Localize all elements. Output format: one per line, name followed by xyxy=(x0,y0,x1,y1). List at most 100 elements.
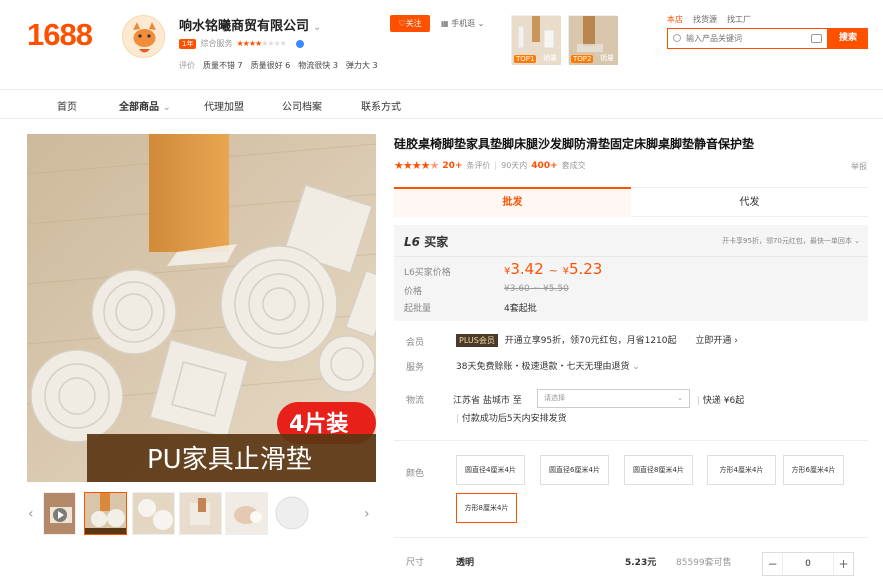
chevron-down-icon: ⌄ xyxy=(632,362,640,372)
rating-stars-icon: ★★★★★ xyxy=(394,159,439,172)
destination-select[interactable]: 请选择 ⌄ xyxy=(537,389,690,408)
follow-button[interactable]: ♡关注 xyxy=(390,15,430,32)
shipping-note: | 付款成功后5天内安排发货 xyxy=(456,414,567,424)
chevron-down-icon: ⌄ xyxy=(162,102,171,113)
shop-nav: 首页 全部商品 ⌄ 代理加盟 公司档案 联系方式 xyxy=(0,89,883,119)
shop-badges: 1年 综合服务 ★★★★★★★★ xyxy=(179,38,304,49)
buyer-level: L6 买家 xyxy=(404,235,449,249)
price-label: 价格 xyxy=(404,287,423,297)
rank-label: 销量 xyxy=(600,54,614,62)
top-product-1[interactable]: TOP1 销量 xyxy=(511,15,561,65)
l6-promo-note[interactable]: 开卡享95折，领70元红包，最快一单回本 ⌄ xyxy=(722,236,860,246)
tab-this-shop[interactable]: 本店 xyxy=(667,14,683,25)
plus-member-badge: PLUS会员 xyxy=(456,334,498,347)
shop-name-text[interactable]: 响水铭曦商贸有限公司 xyxy=(179,19,309,34)
eval-label: 评价 xyxy=(179,61,195,70)
thumbnail-strip: ‹ › xyxy=(27,492,376,537)
divider xyxy=(394,256,868,257)
purchase-mode-tabs: 批发 代发 xyxy=(394,187,868,217)
color-option[interactable]: 圆直径8厘米4片 xyxy=(624,455,693,485)
sales-prefix: 90天内 xyxy=(501,161,528,170)
color-option[interactable]: 方形4厘米4片 xyxy=(707,455,776,485)
quantity-decrease-button[interactable]: − xyxy=(763,553,783,575)
color-option[interactable]: 圆直径4厘米4片 xyxy=(456,455,525,485)
thumbnail-image[interactable] xyxy=(179,492,222,535)
price-box: L6 买家 开卡享95折，领70元红包，最快一单回本 ⌄ L6买家价格 ¥3.4… xyxy=(394,225,868,321)
qr-code-icon: ▦ xyxy=(441,19,449,28)
thumbnail-image[interactable] xyxy=(132,492,175,535)
rating-row: ★★★★★ 20+ 条评价 | 90天内 400+ 套成交 xyxy=(394,159,586,172)
nav-all-products[interactable]: 全部商品 ⌄ xyxy=(119,98,171,113)
score-stars-icon: ★★★★★★★★ xyxy=(236,39,286,48)
size-label: 尺寸 xyxy=(406,558,425,568)
year-badge: 1年 xyxy=(179,38,197,49)
review-suffix: 条评价 xyxy=(466,161,491,170)
separator: | xyxy=(494,161,498,170)
nav-home[interactable]: 首页 xyxy=(57,98,77,113)
image-caption: PU家具止滑垫 xyxy=(147,445,312,475)
thumbnail-image[interactable] xyxy=(225,492,268,535)
camera-icon[interactable] xyxy=(811,34,822,43)
open-membership-link[interactable]: 立即开通 › xyxy=(695,336,738,346)
express-fee: | 快递 ¥6起 xyxy=(697,396,745,406)
search-scope-tabs: 本店 找货源 找工厂 xyxy=(667,14,751,25)
color-option-selected[interactable]: 方形8厘米4片 xyxy=(456,493,517,523)
search-input[interactable] xyxy=(668,29,798,48)
eval-tag[interactable]: 质量不错 7 xyxy=(203,60,243,71)
service-label: 服务 xyxy=(406,363,425,373)
eval-tag[interactable]: 物流很快 3 xyxy=(298,60,338,71)
top-product-2[interactable]: TOP2 销量 xyxy=(568,15,618,65)
moq-value: 4套起批 xyxy=(504,304,537,314)
color-option[interactable]: 方形6厘米4片 xyxy=(783,455,844,485)
chevron-left-icon[interactable]: ‹ xyxy=(28,506,34,522)
logistics-label: 物流 xyxy=(406,396,425,406)
search-button[interactable]: 搜索 xyxy=(828,28,868,49)
rank-badge: TOP1 xyxy=(514,55,537,63)
separator: | xyxy=(456,414,460,424)
tab-find-factory[interactable]: 找工厂 xyxy=(727,14,751,25)
moq-label: 起批量 xyxy=(404,304,432,314)
service-row[interactable]: 38天免费赊账・极速退款・七天无理由退货 ⌄ xyxy=(456,359,640,372)
size-stock: 85599套可售 xyxy=(676,558,732,568)
image-tag: 4片装 xyxy=(289,412,349,437)
thumbnail-image[interactable] xyxy=(84,492,127,535)
member-promo-text: 开通立享95折，领70元红包，月省1210起 xyxy=(504,336,677,346)
chevron-down-icon: ⌄ xyxy=(677,394,683,402)
chevron-down-icon: ⌄ xyxy=(477,19,485,28)
shop-avatar[interactable] xyxy=(122,15,165,58)
sales-suffix: 套成交 xyxy=(561,161,586,170)
eval-tag[interactable]: 质量很好 6 xyxy=(251,60,291,71)
separator: | xyxy=(697,396,701,406)
site-logo[interactable]: 1688 xyxy=(27,17,93,53)
nav-contact[interactable]: 联系方式 xyxy=(361,98,401,113)
quantity-stepper: − 0 + xyxy=(762,552,854,576)
score-label: 综合服务 xyxy=(200,39,233,48)
nav-agency[interactable]: 代理加盟 xyxy=(204,98,244,113)
chevron-down-icon: ⌄ xyxy=(854,237,860,245)
size-value: 透明 xyxy=(456,558,475,568)
tab-dropship[interactable]: 代发 xyxy=(631,187,868,217)
report-link[interactable]: 举报 xyxy=(851,161,867,172)
eval-tag[interactable]: 弹力大 3 xyxy=(346,60,378,71)
evaluation-tags: 评价 质量不错 7 质量很好 6 物流很快 3 弹力大 3 xyxy=(179,60,378,71)
color-option[interactable]: 圆直径6厘米4片 xyxy=(540,455,609,485)
ship-from: 江苏省 盐城市 至 xyxy=(453,396,522,406)
divider xyxy=(394,440,868,441)
mobile-link[interactable]: ▦ 手机逛 ⌄ xyxy=(441,18,484,29)
quantity-increase-button[interactable]: + xyxy=(833,553,853,575)
quantity-input[interactable]: 0 xyxy=(783,553,833,575)
tab-find-source[interactable]: 找货源 xyxy=(693,14,717,25)
size-price: 5.23元 xyxy=(625,558,657,568)
heart-icon: ♡ xyxy=(398,19,406,28)
tab-wholesale[interactable]: 批发 xyxy=(394,187,631,217)
review-count[interactable]: 20+ xyxy=(442,161,462,171)
sales-count: 400+ xyxy=(531,160,558,171)
chevron-down-icon[interactable]: ⌄ xyxy=(313,22,321,33)
main-product-image[interactable]: 4片装 PU家具止滑垫 xyxy=(27,134,376,482)
original-price: ¥3.60 ~ ¥5.50 xyxy=(504,284,569,294)
video-thumbnail[interactable] xyxy=(43,492,76,535)
shop-name[interactable]: 响水铭曦商贸有限公司 ⌄ xyxy=(179,15,321,34)
thumbnail-image[interactable] xyxy=(271,492,314,535)
nav-company-profile[interactable]: 公司档案 xyxy=(282,98,322,113)
chevron-right-icon[interactable]: › xyxy=(364,506,370,522)
